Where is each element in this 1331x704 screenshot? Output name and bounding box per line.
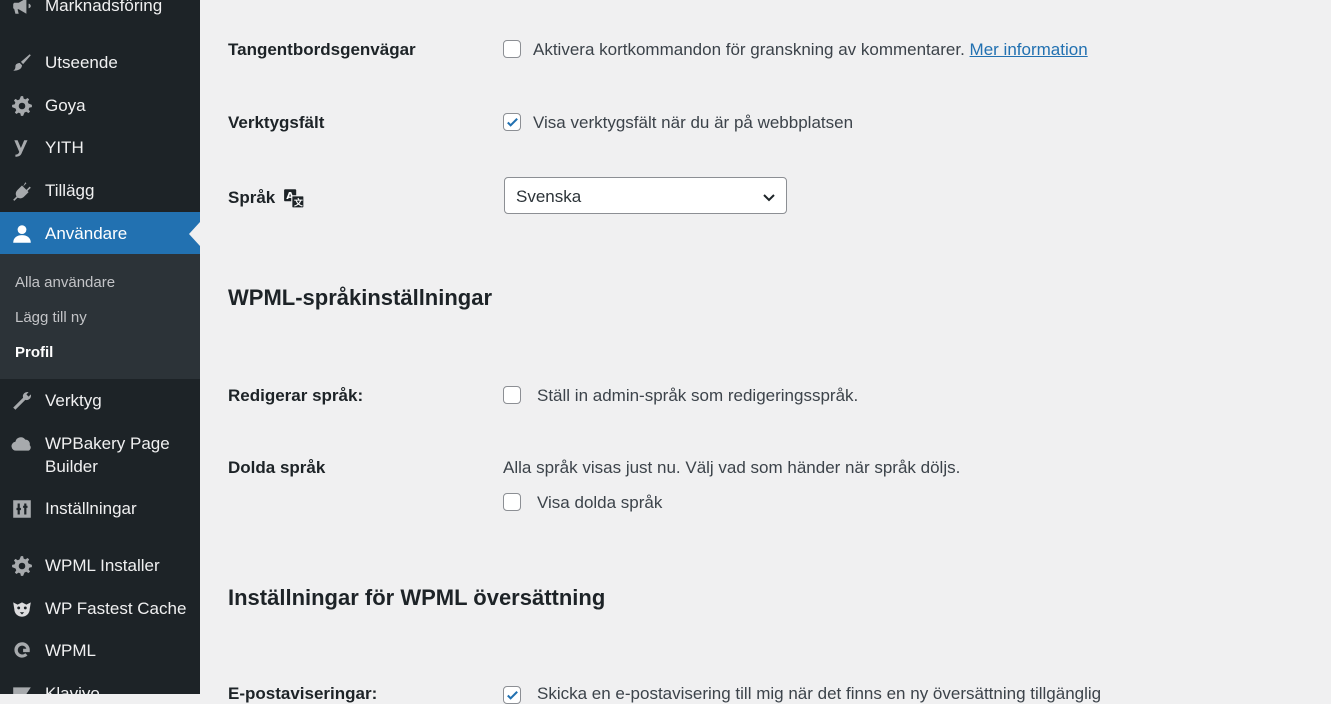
editing-language-checkbox-label: Ställ in admin-språk som redigeringssprå…	[537, 386, 859, 405]
shortcuts-label: Tangentbordsgenvägar	[228, 40, 416, 59]
wpml-icon	[10, 639, 34, 663]
sidebar-item-appearance[interactable]: Utseende	[0, 51, 200, 75]
show-hidden-languages-label: Visa dolda språk	[537, 493, 663, 512]
language-select[interactable]: Svenska	[504, 177, 787, 214]
megaphone-icon	[10, 0, 34, 18]
settings-sliders-icon	[10, 497, 34, 521]
gear-icon	[10, 94, 34, 118]
sidebar-item-label: WPML	[45, 641, 96, 660]
wrench-icon	[10, 389, 34, 413]
sidebar-item-wp-fastest-cache[interactable]: WP Fastest Cache	[0, 597, 200, 621]
language-select-value: Svenska	[516, 187, 582, 206]
sidebar-item-wpml-installer[interactable]: WPML Installer	[0, 554, 200, 578]
email-notifications-label: E-postaviseringar:	[228, 684, 378, 703]
checkmark-icon	[507, 691, 518, 700]
plugin-icon	[10, 179, 34, 203]
sidebar-item-plugins[interactable]: Tillägg	[0, 179, 200, 203]
sidebar-item-wpml[interactable]: WPML	[0, 639, 200, 663]
paintbrush-icon	[10, 51, 34, 75]
submenu-add-new[interactable]: Lägg till ny	[15, 309, 87, 326]
cheetah-icon	[10, 597, 34, 621]
user-icon	[10, 222, 34, 246]
wpml-language-settings-title: WPML-språkinställningar	[228, 285, 493, 310]
email-notifications-checkbox[interactable]	[503, 686, 521, 704]
sidebar-item-users[interactable]: Användare	[0, 212, 200, 254]
sidebar-item-label: Tillägg	[45, 181, 95, 200]
toolbar-label: Verktygsfält	[228, 113, 325, 132]
toolbar-checkbox[interactable]	[503, 113, 521, 131]
wpml-translation-settings-title: Inställningar för WPML översättning	[228, 585, 606, 610]
sidebar-item-label: YITH	[45, 138, 84, 157]
translation-icon: A 文	[284, 189, 305, 209]
cloud-icon	[10, 432, 34, 456]
shortcuts-checkbox[interactable]	[503, 40, 521, 58]
sidebar-item-label: Utseende	[45, 53, 118, 72]
show-hidden-languages-checkbox[interactable]	[503, 493, 521, 511]
language-label: Språk A 文	[228, 187, 306, 209]
editing-language-label: Redigerar språk:	[228, 386, 364, 405]
chevron-down-icon	[763, 194, 775, 202]
svg-text:文: 文	[294, 197, 303, 209]
hidden-languages-label: Dolda språk	[228, 458, 326, 477]
sidebar-item-settings[interactable]: Inställningar	[0, 497, 200, 521]
more-info-link[interactable]: Mer information	[970, 40, 1088, 59]
klaviyo-icon	[10, 682, 34, 694]
shortcuts-checkbox-label: Aktivera kortkommandon för granskning av…	[533, 40, 1088, 59]
admin-sidebar: Marknadsföring Utseende Goya YITH Tilläg…	[0, 0, 200, 694]
sidebar-item-marketing[interactable]: Marknadsföring	[0, 0, 200, 18]
sidebar-item-label: Verktyg	[45, 391, 102, 410]
sidebar-item-label: Goya	[45, 96, 86, 115]
sidebar-item-label: WPBakery Page Builder	[45, 434, 170, 476]
submenu-all-users[interactable]: Alla användare	[15, 274, 115, 291]
toolbar-checkbox-label: Visa verktygsfält när du är på webbplats…	[533, 113, 854, 132]
sidebar-item-klaviyo[interactable]: Klaviyo	[0, 682, 200, 694]
sidebar-item-label: WPML Installer	[45, 556, 160, 575]
checkmark-icon	[507, 118, 518, 127]
yith-icon	[10, 136, 34, 160]
sidebar-item-label: Inställningar	[45, 499, 137, 518]
sidebar-item-wpbakery[interactable]: WPBakery Page Builder	[0, 432, 200, 478]
sidebar-item-label: Marknadsföring	[45, 0, 163, 15]
sidebar-item-goya[interactable]: Goya	[0, 94, 200, 118]
users-submenu: Alla användare Lägg till ny Profil	[0, 254, 200, 379]
sidebar-item-tools[interactable]: Verktyg	[0, 389, 200, 413]
active-indicator	[189, 222, 200, 246]
sidebar-item-label: Klaviyo	[45, 684, 100, 694]
sidebar-item-label: Användare	[45, 224, 128, 243]
hidden-languages-description: Alla språk visas just nu. Välj vad som h…	[503, 458, 961, 477]
email-notifications-checkbox-label: Skicka en e-postavisering till mig när d…	[537, 684, 1102, 703]
editing-language-checkbox[interactable]	[503, 386, 521, 404]
sidebar-item-yith[interactable]: YITH	[0, 136, 200, 160]
sidebar-item-label: WP Fastest Cache	[45, 599, 187, 618]
submenu-profile[interactable]: Profil	[15, 344, 53, 361]
gear-icon	[10, 554, 34, 578]
